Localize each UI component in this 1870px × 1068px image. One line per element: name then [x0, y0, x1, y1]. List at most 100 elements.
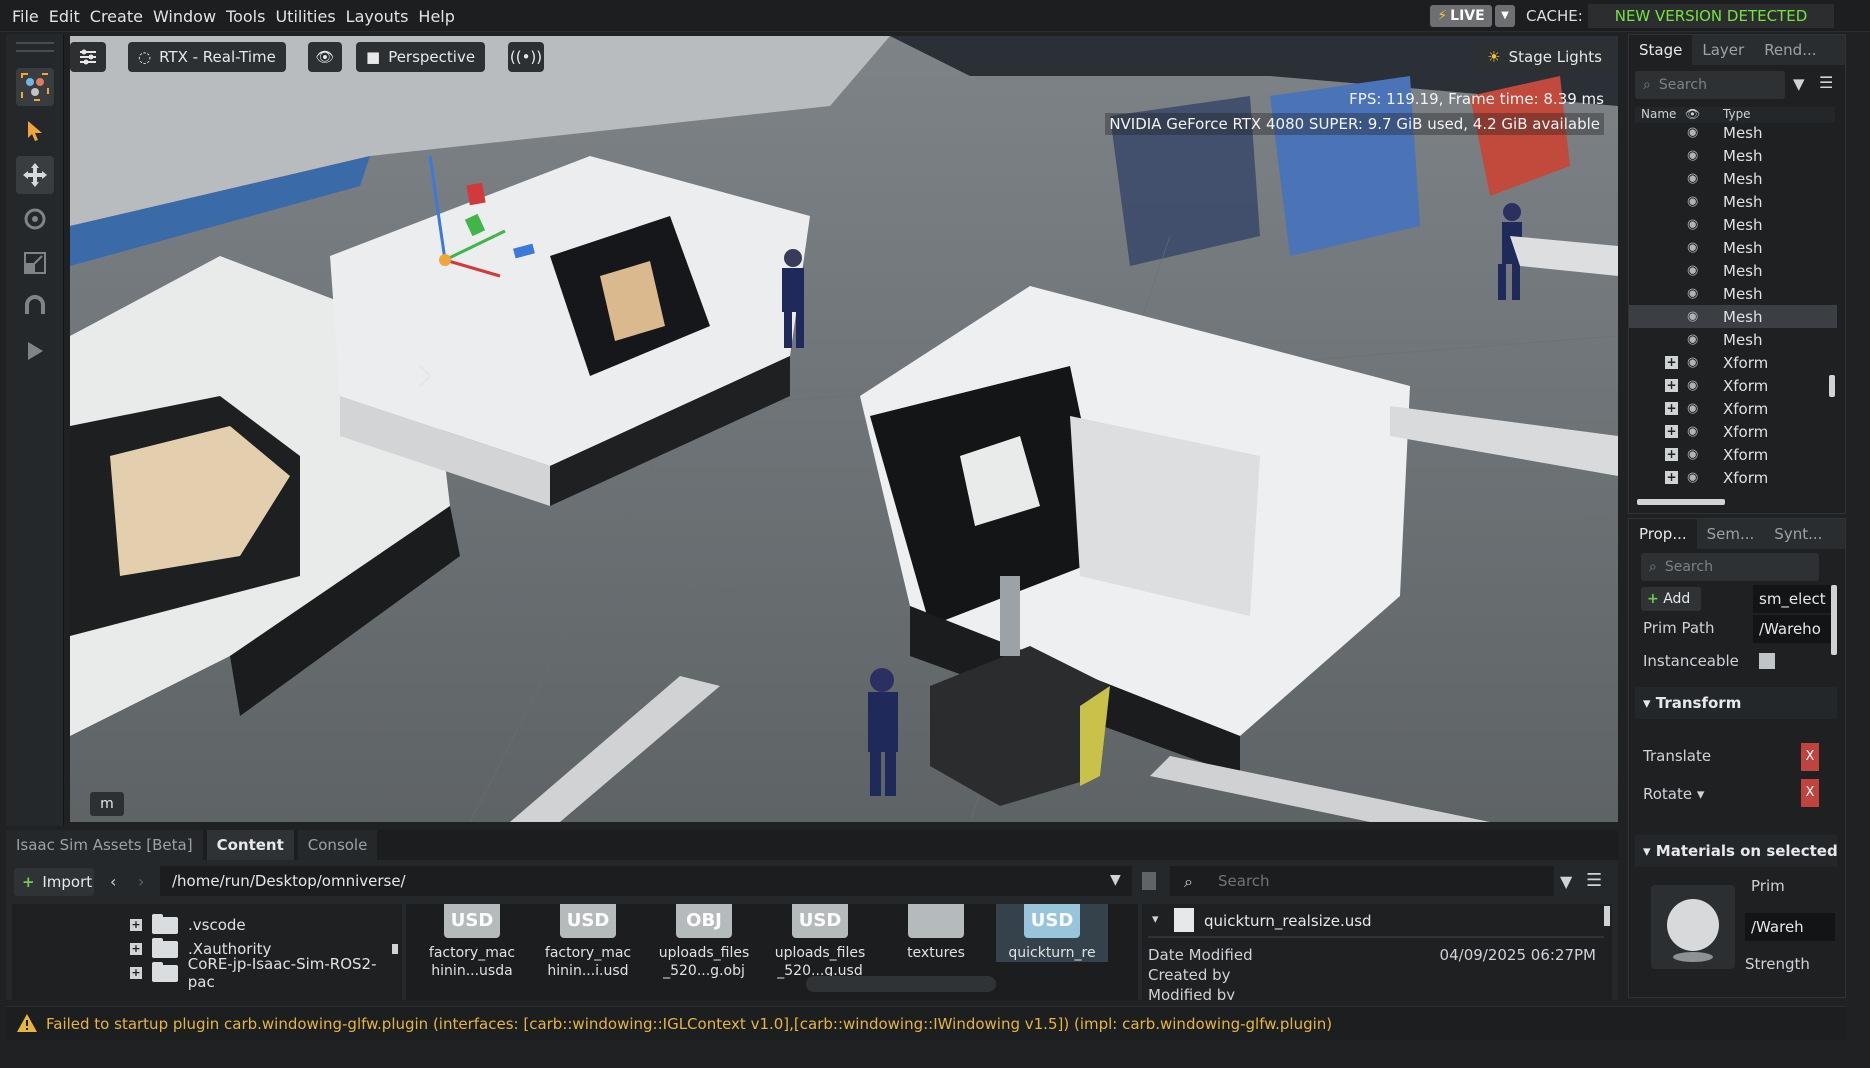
- stage-row[interactable]: ◉ Mesh: [1629, 236, 1837, 259]
- collapse-arrow-icon[interactable]: ▾: [1152, 912, 1159, 927]
- visibility-eye-icon[interactable]: ◉: [1687, 263, 1698, 278]
- menu-file[interactable]: File: [12, 7, 39, 26]
- tab-content[interactable]: Content: [206, 830, 294, 860]
- col-name[interactable]: Name: [1641, 107, 1676, 121]
- stage-row[interactable]: ◉ Mesh: [1629, 144, 1837, 167]
- expand-icon[interactable]: +: [130, 967, 142, 979]
- visibility-eye-icon[interactable]: ◉: [1687, 424, 1698, 439]
- visibility-button[interactable]: 👁: [308, 42, 342, 72]
- visibility-eye-icon[interactable]: ◉: [1687, 332, 1698, 347]
- tab-stage[interactable]: Stage: [1629, 35, 1693, 65]
- rotate-x-button[interactable]: X: [1801, 779, 1819, 807]
- translate-x-button[interactable]: X: [1801, 743, 1819, 771]
- expand-icon[interactable]: +: [1665, 402, 1678, 415]
- live-button[interactable]: ⚡ LIVE: [1430, 5, 1492, 27]
- render-mode-button[interactable]: ◌ RTX - Real-Time: [128, 42, 286, 72]
- stage-hscrollbar[interactable]: [1637, 499, 1725, 505]
- tab-render[interactable]: Rend...: [1754, 35, 1826, 65]
- stage-row[interactable]: + ◉ Xform: [1629, 374, 1837, 397]
- live-dropdown-button[interactable]: ▼: [1495, 5, 1515, 27]
- stage-row[interactable]: ◉ Mesh: [1629, 167, 1837, 190]
- stage-row[interactable]: + ◉ Xform: [1629, 351, 1837, 374]
- play-icon[interactable]: [16, 332, 54, 370]
- stage-row[interactable]: ◉ Mesh: [1629, 259, 1837, 282]
- audio-button[interactable]: ((•)): [508, 42, 544, 72]
- filter-icon[interactable]: ▼: [1793, 75, 1805, 93]
- menu-icon[interactable]: ☰: [1819, 73, 1833, 92]
- stage-row[interactable]: ◉ Mesh: [1629, 328, 1837, 351]
- transform-section-header[interactable]: ▾ Transform: [1635, 687, 1837, 719]
- menu-create[interactable]: Create: [90, 7, 143, 26]
- prim-field[interactable]: /Wareh: [1745, 913, 1835, 941]
- filter-icon[interactable]: ▼: [1560, 872, 1572, 891]
- menu-utilities[interactable]: Utilities: [275, 7, 335, 26]
- toolbar-grip[interactable]: [16, 42, 54, 52]
- stage-scrollbar[interactable]: [1829, 375, 1835, 397]
- tab-isaac-sim-assets[interactable]: Isaac Sim Assets [Beta]: [6, 830, 203, 860]
- visibility-eye-icon[interactable]: ◉: [1687, 148, 1698, 163]
- content-search-input[interactable]: Search: [1170, 866, 1554, 896]
- visibility-eye-icon[interactable]: ◉: [1687, 217, 1698, 232]
- path-dropdown-icon[interactable]: ▼: [1110, 872, 1121, 888]
- properties-scrollbar[interactable]: [1831, 585, 1837, 655]
- expand-icon[interactable]: +: [1665, 425, 1678, 438]
- stage-row[interactable]: ◉ Mesh: [1629, 305, 1837, 328]
- menu-window[interactable]: Window: [153, 7, 216, 26]
- expand-icon[interactable]: +: [130, 919, 142, 931]
- snap-magnet-icon[interactable]: [16, 288, 54, 326]
- materials-section-header[interactable]: ▾ Materials on selected r: [1635, 835, 1837, 867]
- tab-layer[interactable]: Layer: [1692, 35, 1754, 65]
- bookmark-icon[interactable]: [1142, 872, 1156, 890]
- property-search-input[interactable]: ⌕ Search: [1641, 553, 1819, 581]
- new-version-notice[interactable]: NEW VERSION DETECTED: [1588, 4, 1834, 28]
- tab-synthetic[interactable]: Synt...: [1764, 519, 1832, 549]
- visibility-eye-icon[interactable]: ◉: [1687, 125, 1698, 140]
- import-button[interactable]: + Import: [14, 868, 94, 896]
- visibility-eye-icon[interactable]: ◉: [1687, 309, 1698, 324]
- visibility-eye-icon[interactable]: ◉: [1687, 470, 1698, 485]
- forward-arrow-icon[interactable]: ›: [138, 872, 144, 891]
- file-grid-scrollbar[interactable]: [806, 976, 996, 992]
- nav-mode-badge[interactable]: m: [90, 792, 124, 816]
- col-type[interactable]: Type: [1723, 107, 1751, 121]
- stage-search-input[interactable]: ⌕ Search: [1635, 71, 1785, 99]
- viewport-settings-button[interactable]: [70, 42, 106, 72]
- menu-layouts[interactable]: Layouts: [346, 7, 409, 26]
- menu-edit[interactable]: Edit: [49, 7, 80, 26]
- file-item[interactable]: textures: [880, 904, 992, 962]
- stage-row[interactable]: + ◉ Xform: [1629, 397, 1837, 420]
- details-scrollbar[interactable]: [1604, 906, 1610, 926]
- tree-scrollbar[interactable]: [392, 944, 398, 954]
- stage-row[interactable]: + ◉ Xform: [1629, 443, 1837, 466]
- stage-lights-button[interactable]: ☀ Stage Lights: [1477, 42, 1612, 72]
- visibility-eye-icon[interactable]: ◉: [1687, 286, 1698, 301]
- scale-tool-icon[interactable]: [16, 244, 54, 282]
- tree-item[interactable]: + .vscode: [130, 913, 246, 936]
- expand-icon[interactable]: +: [130, 943, 142, 955]
- visibility-eye-icon[interactable]: ◉: [1687, 194, 1698, 209]
- menu-help[interactable]: Help: [418, 7, 454, 26]
- tab-console[interactable]: Console: [297, 830, 378, 860]
- file-item[interactable]: USD factory_mac hinin...usda: [416, 904, 528, 980]
- prim-path-field[interactable]: /Wareho: [1753, 615, 1831, 643]
- stage-row[interactable]: ◉ Mesh: [1629, 190, 1837, 213]
- rotate-label[interactable]: Rotate ▾: [1643, 785, 1704, 803]
- visibility-eye-icon[interactable]: ◉: [1687, 401, 1698, 416]
- select-mode-icon[interactable]: [16, 68, 54, 106]
- stage-row[interactable]: ◉ Mesh: [1629, 213, 1837, 236]
- file-item[interactable]: USD uploads_files _520...g.usd: [764, 904, 876, 980]
- stage-row[interactable]: ◉ Mesh: [1629, 282, 1837, 305]
- file-item[interactable]: USD factory_mac hinin...i.usd: [532, 904, 644, 980]
- stage-row[interactable]: ◉ Mesh: [1629, 121, 1837, 144]
- tab-semantics[interactable]: Sem...: [1697, 519, 1765, 549]
- select-arrow-icon[interactable]: [16, 112, 54, 150]
- visibility-eye-icon[interactable]: ◉: [1687, 378, 1698, 393]
- expand-icon[interactable]: +: [1665, 448, 1678, 461]
- stage-row[interactable]: + ◉ Xform: [1629, 420, 1837, 443]
- add-button[interactable]: + Add: [1641, 587, 1701, 611]
- visibility-eye-icon[interactable]: ◉: [1687, 171, 1698, 186]
- visibility-eye-icon[interactable]: ◉: [1687, 447, 1698, 462]
- viewport-3d[interactable]: ◌ RTX - Real-Time 👁 ■ Perspective ((•)) …: [70, 36, 1618, 822]
- expand-icon[interactable]: +: [1665, 356, 1678, 369]
- camera-button[interactable]: ■ Perspective: [356, 42, 486, 72]
